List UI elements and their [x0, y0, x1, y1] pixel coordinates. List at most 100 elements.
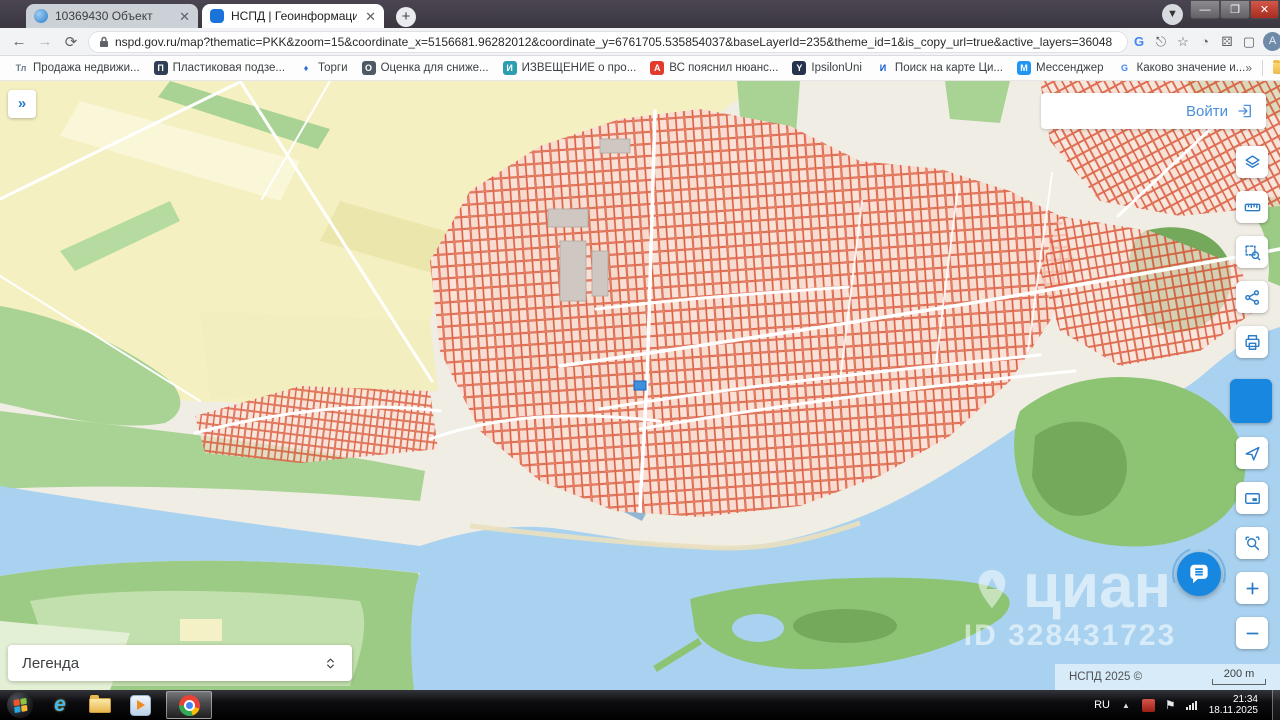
bookmark-messenger[interactable]: М Мессенджер	[1017, 61, 1104, 75]
extension1-icon[interactable]: ◔	[1194, 34, 1216, 49]
bookmark-vs-poyasnil[interactable]: А ВС пояснил нюанс...	[650, 61, 778, 75]
bookmark-star-icon[interactable]: ☆	[1172, 34, 1194, 50]
bookmark-label: Оценка для сниже...	[381, 62, 489, 74]
taskbar-clock[interactable]: 21:34 18.11.2025	[1209, 694, 1258, 716]
browser-titlebar: 10369430 Объект ✕ НСПД | Геоинформационн…	[0, 0, 1280, 28]
bookmark-label: Торги	[318, 62, 348, 74]
internet-explorer-button[interactable]: e	[40, 690, 80, 720]
google-account-icon[interactable]: G	[1128, 34, 1150, 49]
profile-avatar[interactable]: A	[1263, 32, 1280, 51]
tab2-favicon	[210, 9, 224, 23]
map-attribution-bar: НСПД 2025 © 200 m	[1055, 664, 1280, 690]
bookmark-label: Продажа недвижи...	[33, 62, 140, 74]
zoom-in-button[interactable]	[1236, 572, 1268, 604]
login-bar[interactable]: Войти	[1041, 93, 1266, 129]
bookmark-favicon: Y	[792, 61, 806, 75]
tab1-favicon	[34, 9, 48, 23]
url-text: nspd.gov.ru/map?thematic=PKK&zoom=15&coo…	[115, 35, 1112, 49]
reload-icon[interactable]: ⟳	[58, 33, 84, 51]
select-area-button[interactable]	[1236, 236, 1268, 268]
legend-expand-icon[interactable]	[323, 656, 338, 671]
print-button[interactable]	[1236, 326, 1268, 358]
login-icon	[1236, 102, 1254, 120]
share-button[interactable]	[1236, 281, 1268, 313]
bookmark-favicon: М	[1017, 61, 1031, 75]
minimap-button[interactable]	[1236, 482, 1268, 514]
antivirus-tray-icon[interactable]	[1142, 699, 1155, 712]
expand-panel-button[interactable]: »	[8, 90, 36, 118]
tab-search-icon[interactable]: ▼	[1162, 4, 1183, 25]
tab2-close-icon[interactable]: ✕	[365, 10, 376, 23]
bookmark-label: Каково значение и...	[1137, 62, 1246, 74]
action-center-flag-icon[interactable]: ⚑	[1165, 698, 1176, 712]
chrome-icon	[179, 695, 200, 716]
bookmark-ipsilonuni[interactable]: Y IpsilonUni	[792, 61, 862, 75]
bookmark-label: IpsilonUni	[811, 62, 862, 74]
tray-expand-icon[interactable]: ▲	[1122, 701, 1130, 710]
chat-bubble-icon	[1186, 561, 1212, 587]
forward-icon[interactable]: →	[32, 33, 58, 50]
tab-nspd-active[interactable]: НСПД | Геоинформационный п ✕	[202, 4, 384, 28]
bookmark-ocenka[interactable]: О Оценка для сниже...	[362, 61, 489, 75]
reading-mode-icon[interactable]: ▢	[1238, 34, 1260, 50]
show-desktop-button[interactable]	[1272, 690, 1280, 720]
other-bookmarks-button[interactable]: Другие закладки	[1273, 56, 1280, 80]
tab1-close-icon[interactable]: ✕	[179, 10, 190, 23]
legend-label: Легенда	[22, 655, 79, 672]
media-player-icon	[130, 695, 151, 716]
bookmark-google[interactable]: G Каково значение и...	[1118, 61, 1246, 75]
chrome-taskbar-button[interactable]	[166, 691, 212, 719]
bookmark-label: ИЗВЕЩЕНИЕ о про...	[522, 62, 637, 74]
back-icon[interactable]: ←	[6, 33, 32, 50]
tab1-title: 10369430 Объект	[55, 9, 171, 23]
bookmarks-bar: Тл Продажа недвижи... П Пластиковая подз…	[0, 56, 1280, 81]
login-label: Войти	[1186, 103, 1228, 120]
window-minimize-button[interactable]: —	[1190, 0, 1220, 19]
zoom-out-button[interactable]	[1236, 617, 1268, 649]
attribution-text: НСПД 2025 ©	[1069, 671, 1142, 683]
media-player-button[interactable]	[120, 690, 160, 720]
folder-icon	[1273, 63, 1280, 74]
bookmark-prodazha[interactable]: Тл Продажа недвижи...	[14, 61, 140, 75]
locate-button[interactable]	[1236, 437, 1268, 469]
bookmark-favicon: И	[503, 61, 517, 75]
bookmark-label: ВС пояснил нюанс...	[669, 62, 778, 74]
bookmark-favicon: И	[876, 61, 890, 75]
search-on-map-button[interactable]	[1236, 527, 1268, 559]
bookmark-label: Поиск на карте Ци...	[895, 62, 1003, 74]
bookmark-torgi[interactable]: ♦ Торги	[299, 61, 348, 75]
chat-fab-button[interactable]	[1172, 547, 1226, 601]
share-page-icon[interactable]: ⎋	[1150, 34, 1172, 50]
bookmark-favicon: G	[1118, 61, 1132, 75]
clock-time: 21:34	[1209, 694, 1258, 705]
clock-date: 18.11.2025	[1209, 705, 1258, 716]
network-signal-icon[interactable]	[1186, 701, 1197, 710]
bookmark-izveschenie[interactable]: И ИЗВЕЩЕНИЕ о про...	[503, 61, 637, 75]
tab2-title: НСПД | Геоинформационный п	[231, 9, 357, 23]
bookmark-label: Пластиковая подзе...	[173, 62, 285, 74]
bookmark-plastikovaya[interactable]: П Пластиковая подзе...	[154, 61, 285, 75]
nspd-tool-button[interactable]	[1230, 379, 1272, 423]
legend-panel[interactable]: Легенда	[8, 645, 352, 681]
bookmark-cian-map[interactable]: И Поиск на карте Ци...	[876, 61, 1003, 75]
ie-icon: e	[54, 693, 66, 717]
folder-icon	[89, 698, 111, 713]
layers-button[interactable]	[1236, 146, 1268, 178]
start-button[interactable]	[0, 690, 40, 720]
new-tab-button[interactable]: +	[396, 7, 416, 27]
measure-button[interactable]	[1236, 191, 1268, 223]
bookmark-label: Мессенджер	[1036, 62, 1104, 74]
extensions-puzzle-icon[interactable]: ⚄	[1216, 34, 1238, 50]
bookmark-favicon: А	[650, 61, 664, 75]
window-close-button[interactable]: ✕	[1250, 0, 1279, 19]
bookmark-favicon: ♦	[299, 61, 313, 75]
language-indicator[interactable]: RU	[1094, 699, 1110, 711]
file-explorer-button[interactable]	[80, 690, 120, 720]
bookmarks-overflow-icon[interactable]: »	[1245, 61, 1252, 75]
address-bar[interactable]: nspd.gov.ru/map?thematic=PKK&zoom=15&coo…	[88, 31, 1128, 53]
bookmark-favicon: Тл	[14, 61, 28, 75]
tab-object[interactable]: 10369430 Объект ✕	[26, 4, 198, 28]
windows-logo-icon	[13, 697, 27, 712]
window-restore-button[interactable]: ❐	[1220, 0, 1250, 19]
map-canvas[interactable]: » Войти	[0, 81, 1280, 690]
